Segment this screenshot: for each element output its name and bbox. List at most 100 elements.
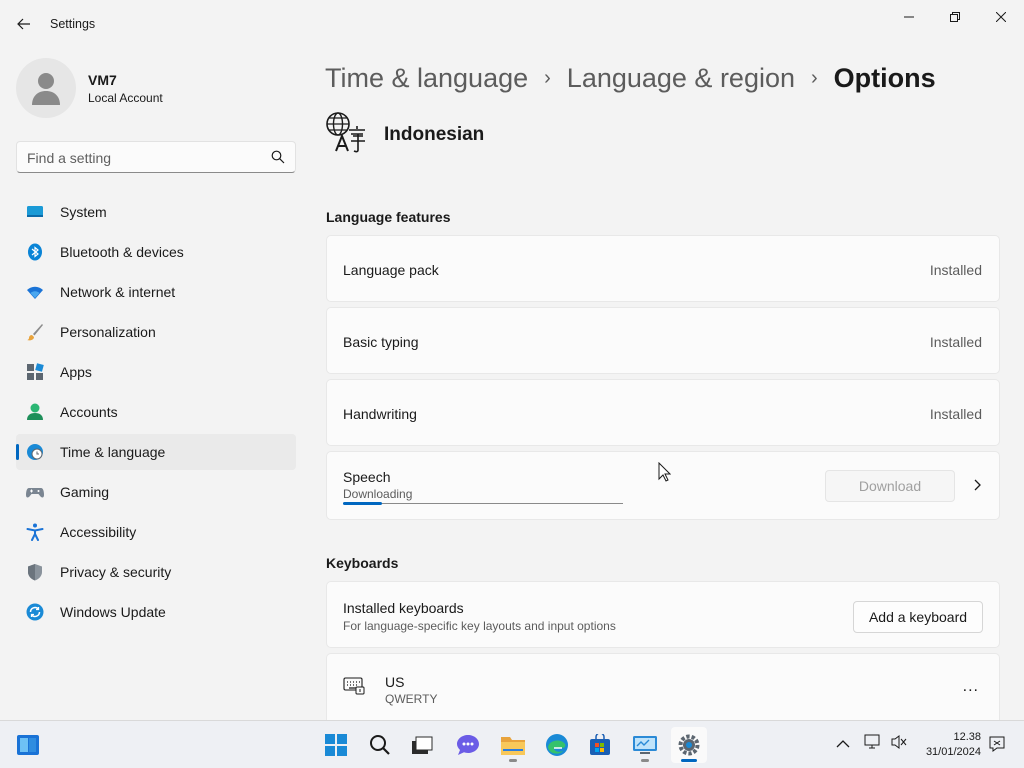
sidebar-item-label: Windows Update xyxy=(60,604,166,620)
remote-desktop-button[interactable] xyxy=(627,727,663,763)
show-hidden-icons-button[interactable] xyxy=(836,736,850,754)
close-icon xyxy=(996,12,1006,22)
tray-time: 12.38 xyxy=(953,731,981,743)
network-tray-icon[interactable] xyxy=(864,734,882,755)
chevron-right-icon[interactable] xyxy=(973,479,981,491)
running-indicator xyxy=(641,759,649,762)
sidebar-item-gaming[interactable]: Gaming xyxy=(16,474,296,510)
chevron-right-icon: › xyxy=(811,66,818,89)
accessibility-icon xyxy=(26,523,44,541)
sidebar-item-label: Time & language xyxy=(60,444,166,460)
bluetooth-icon xyxy=(28,243,42,261)
feature-row-language-pack: Language pack Installed xyxy=(326,235,1000,302)
widgets-button[interactable] xyxy=(10,727,46,763)
section-title-language-features: Language features xyxy=(326,209,451,225)
notification-button[interactable] xyxy=(988,735,1006,758)
back-arrow-icon xyxy=(17,18,30,30)
keyboard-row-us[interactable]: US QWERTY ... xyxy=(326,653,1000,720)
app-title: Settings xyxy=(50,17,96,31)
download-button: Download xyxy=(825,470,955,502)
remote-desktop-icon xyxy=(633,736,657,754)
task-view-icon xyxy=(412,736,433,754)
search-box[interactable] xyxy=(16,141,296,173)
search-icon[interactable] xyxy=(271,150,285,169)
sidebar-item-network[interactable]: Network & internet xyxy=(16,274,296,310)
sidebar-item-personalization[interactable]: Personalization xyxy=(16,314,296,350)
feature-row-handwriting: Handwriting Installed xyxy=(326,379,1000,446)
chevron-up-icon xyxy=(836,740,850,748)
breadcrumb-language-region[interactable]: Language & region xyxy=(567,63,795,94)
close-button[interactable] xyxy=(978,2,1024,32)
speech-progress-fill xyxy=(343,502,383,505)
chat-button[interactable] xyxy=(450,727,486,763)
feature-status: Installed xyxy=(929,262,982,278)
feature-label: Speech xyxy=(343,469,391,485)
edge-icon xyxy=(546,734,568,756)
start-button[interactable] xyxy=(318,727,354,763)
restore-button[interactable] xyxy=(932,2,978,32)
breadcrumb-time-language[interactable]: Time & language xyxy=(325,63,528,94)
store-button[interactable] xyxy=(582,727,618,763)
feature-status: Installed xyxy=(929,334,982,350)
sidebar-item-label: Apps xyxy=(60,364,92,380)
sidebar-item-privacy[interactable]: Privacy & security xyxy=(16,554,296,590)
avatar xyxy=(16,58,76,118)
sidebar-item-system[interactable]: System xyxy=(16,194,296,230)
store-icon xyxy=(590,734,610,755)
sidebar-item-label: Network & internet xyxy=(60,284,176,300)
sidebar-item-bluetooth[interactable]: Bluetooth & devices xyxy=(16,234,296,270)
chat-icon xyxy=(457,735,479,755)
wifi-icon xyxy=(27,286,43,299)
sidebar-item-accounts[interactable]: Accounts xyxy=(16,394,296,430)
apps-icon xyxy=(27,363,44,380)
minimize-button[interactable] xyxy=(886,2,932,32)
user-profile[interactable]: VM7 Local Account xyxy=(16,58,296,118)
sidebar-item-time-language[interactable]: Time & language xyxy=(16,434,296,470)
search-icon xyxy=(370,735,390,755)
settings-taskbar-button[interactable] xyxy=(671,727,707,763)
speech-status: Downloading xyxy=(343,487,413,501)
breadcrumb: Time & language › Language & region › Op… xyxy=(325,58,936,98)
feature-status: Installed xyxy=(929,406,982,422)
sidebar-item-windows-update[interactable]: Windows Update xyxy=(16,594,296,630)
notification-icon xyxy=(989,736,1005,752)
keyboard-layout: QWERTY xyxy=(385,692,438,706)
feature-label: Handwriting xyxy=(343,406,417,422)
feature-label: Language pack xyxy=(343,262,439,278)
sidebar-item-apps[interactable]: Apps xyxy=(16,354,296,390)
user-name: VM7 xyxy=(88,72,117,88)
sidebar-nav: System Bluetooth & devices Network & int… xyxy=(16,194,296,634)
restore-icon xyxy=(950,12,960,22)
back-button[interactable] xyxy=(10,10,38,38)
installed-keyboards-row: Installed keyboards For language-specifi… xyxy=(326,581,1000,648)
gamepad-icon xyxy=(26,488,44,498)
title-bar: Settings xyxy=(0,0,1024,48)
feature-row-basic-typing: Basic typing Installed xyxy=(326,307,1000,374)
mouse-cursor-icon xyxy=(658,462,671,482)
installed-keyboards-label: Installed keyboards xyxy=(343,600,464,616)
minimize-icon xyxy=(904,16,914,18)
update-icon xyxy=(26,603,44,621)
page-title: Options xyxy=(833,62,936,93)
taskbar-search-button[interactable] xyxy=(362,727,398,763)
keyboard-icon xyxy=(343,677,365,695)
section-title-keyboards: Keyboards xyxy=(326,555,399,571)
task-view-button[interactable] xyxy=(404,727,440,763)
sidebar-item-label: Personalization xyxy=(60,324,156,340)
add-keyboard-button[interactable]: Add a keyboard xyxy=(853,601,983,633)
brush-icon xyxy=(27,324,43,341)
time-language-icon xyxy=(27,444,43,460)
clock[interactable]: 12.38 31/01/2024 xyxy=(926,730,981,760)
search-input[interactable] xyxy=(27,148,267,168)
installed-keyboards-desc: For language-specific key layouts and in… xyxy=(343,619,616,633)
sidebar-item-label: Accounts xyxy=(60,404,118,420)
language-icon xyxy=(326,112,365,153)
sidebar-item-accessibility[interactable]: Accessibility xyxy=(16,514,296,550)
chevron-right-icon: › xyxy=(544,66,551,89)
file-explorer-button[interactable] xyxy=(495,727,531,763)
edge-button[interactable] xyxy=(539,727,575,763)
volume-muted-icon[interactable] xyxy=(890,734,908,755)
more-options-button[interactable]: ... xyxy=(963,678,979,696)
start-icon xyxy=(325,734,347,756)
running-indicator xyxy=(509,759,517,762)
